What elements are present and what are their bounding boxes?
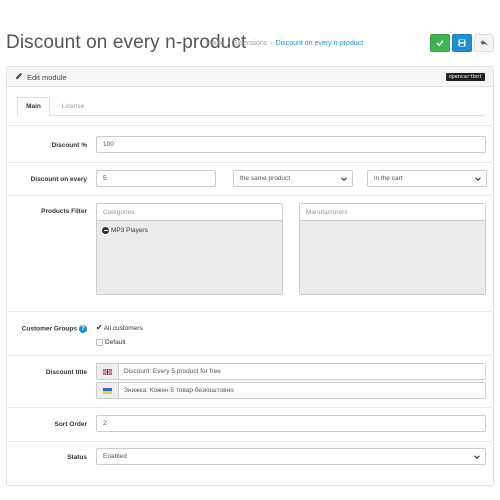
divider [8,441,494,442]
discount-title-uk[interactable]: Знижка: Кожен 5 товар безкоштовно [96,382,486,399]
tab-bar: Main License [17,97,485,116]
save-icon [458,39,466,47]
language-addon [97,383,119,398]
edit-module-panel: Edit module opencartbot Main License Dis… [6,66,494,486]
status-label: Status [67,454,87,461]
product-scope-select[interactable]: the same product [233,170,353,187]
chevron-down-icon [341,177,347,181]
customer-group-option[interactable]: Default [96,339,126,346]
discount-title-uk-input[interactable]: Знижка: Кожен 5 товар безкоштовно [119,383,234,398]
page-header: Discount on every n-product Home › Extensi… [0,27,500,61]
discount-on-every-label: Discount on every [30,176,87,183]
products-filter-label: Products Filter [41,208,87,215]
divider [8,355,494,356]
customer-groups-label: Customer Groups? [7,325,87,333]
checkbox[interactable] [96,339,103,346]
manufacturers-filter[interactable]: Manufacturers [299,203,486,295]
manufacturers-list [300,221,485,294]
check-icon [436,40,444,47]
language-addon [97,364,119,379]
divider [8,195,494,196]
status-value: Enabled [103,453,127,460]
checkmark-icon: ✔ [96,323,103,332]
category-item-label: MP3 Players [111,227,148,234]
back-button[interactable] [474,34,494,52]
apply-button[interactable] [452,34,472,52]
discount-title-label: Discount title [45,369,87,376]
customer-group-label: All customers [103,324,143,332]
reply-icon [480,40,488,46]
divider [8,407,494,408]
cart-scope-value: in the cart [374,175,403,182]
discount-on-every-input[interactable]: 5 [96,170,216,187]
breadcrumb: Home › Extensions › Discount on every n-prod… [206,40,363,47]
manufacturers-input[interactable]: Manufacturers [300,204,485,221]
categories-list: MP3 Players [97,221,282,294]
categories-input[interactable]: Categories [97,204,282,221]
chevron-down-icon [475,177,481,181]
help-icon[interactable]: ? [79,325,87,333]
customer-groups-label-text: Customer Groups [21,325,77,333]
categories-filter[interactable]: Categories MP3 Players [96,203,283,295]
flag-ua-icon [103,387,112,394]
category-item[interactable]: MP3 Players [102,227,148,234]
customer-group-label: Default [105,339,126,346]
breadcrumb-extensions[interactable]: Extensions [233,40,267,47]
product-scope-value: the same product [240,175,291,182]
divider [8,162,494,163]
pencil-icon [15,72,23,80]
brand-badge: opencartbot [445,73,485,81]
discount-percent-label: Discount % [51,142,87,149]
chevron-down-icon [474,455,480,459]
breadcrumb-separator: › [270,40,273,47]
breadcrumb-current[interactable]: Discount on every n-product [276,40,364,47]
sort-order-label: Sort Order [54,421,87,428]
breadcrumb-separator: › [227,40,231,47]
sort-order-input[interactable]: 2 [96,415,486,432]
discount-title-en-input[interactable]: Discount: Every 5 product for free [119,364,221,379]
divider [8,125,494,126]
minus-circle-icon[interactable] [102,227,109,234]
tab-license[interactable]: License [55,97,91,116]
tab-main[interactable]: Main [17,97,50,116]
cart-scope-select[interactable]: in the cart [367,170,487,187]
discount-title-en[interactable]: Discount: Every 5 product for free [96,363,486,380]
save-button[interactable] [430,34,450,52]
discount-percent-input[interactable]: 100 [96,136,486,153]
customer-group-option[interactable]: ✔ All customers [96,324,143,332]
panel-heading: Edit module opencartbot [7,67,493,87]
status-select[interactable]: Enabled [96,448,486,465]
flag-uk-icon [103,368,112,375]
breadcrumb-home[interactable]: Home [206,40,225,47]
panel-title: Edit module [27,73,67,82]
divider [8,311,494,312]
